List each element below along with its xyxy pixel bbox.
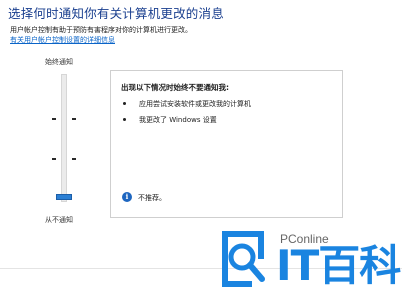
slider-top-label: 始终通知 bbox=[45, 58, 73, 66]
level-description-panel: 出现以下情况时始终不要通知我: 应用尝试安装软件或更改我的计算机 我更改了 Wi… bbox=[110, 70, 343, 218]
slider-tick bbox=[72, 118, 76, 120]
slider-tick bbox=[52, 118, 56, 120]
notification-level-slider[interactable] bbox=[40, 68, 84, 212]
page-title: 选择何时通知你有关计算机更改的消息 bbox=[8, 6, 224, 21]
panel-item: 我更改了 Windows 设置 bbox=[139, 116, 217, 124]
page-description: 用户帐户控制有助于预防有害程序对你的计算机进行更改。 bbox=[10, 26, 192, 34]
slider-bottom-label: 从不通知 bbox=[45, 216, 73, 224]
panel-item: 应用尝试安装软件或更改我的计算机 bbox=[139, 100, 251, 108]
pconline-watermark: PConline IT百科 bbox=[200, 219, 402, 302]
panel-heading: 出现以下情况时始终不要通知我: bbox=[121, 83, 229, 92]
watermark-name: IT百科 bbox=[276, 241, 401, 290]
recommendation-text: 不推荐。 bbox=[138, 194, 166, 202]
magnifier-logo-icon bbox=[222, 231, 265, 287]
slider-track[interactable] bbox=[61, 74, 67, 202]
info-icon: i bbox=[122, 192, 132, 202]
slider-tick bbox=[52, 158, 56, 160]
bullet-icon bbox=[123, 118, 126, 121]
slider-tick bbox=[72, 158, 76, 160]
uac-help-link[interactable]: 有关用户帐户控制设置的详细信息 bbox=[10, 35, 115, 45]
bullet-icon bbox=[123, 102, 126, 105]
slider-thumb[interactable] bbox=[56, 194, 72, 200]
